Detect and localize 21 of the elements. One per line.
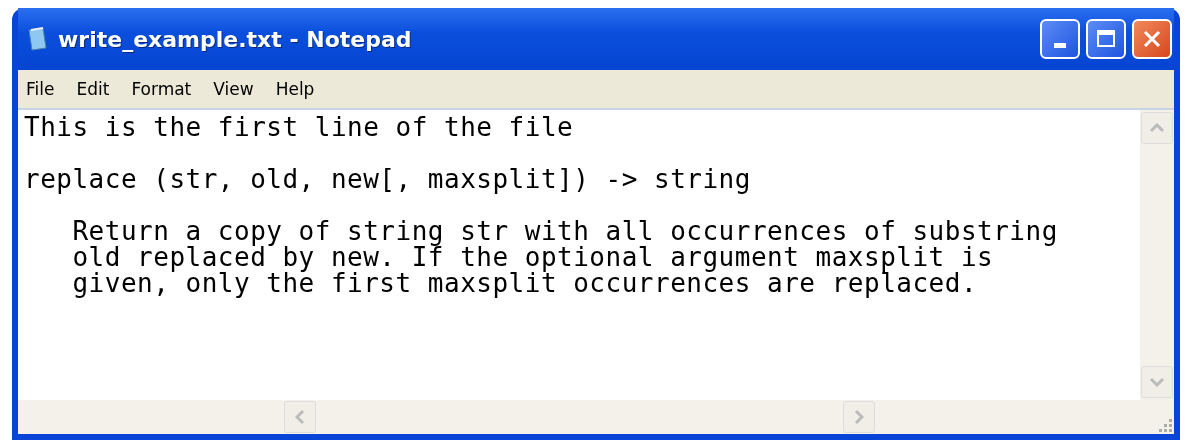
notepad-icon (26, 26, 48, 52)
menu-item[interactable]: Help (275, 79, 315, 99)
text-line: This is the first line of the file (24, 114, 574, 140)
menu-item[interactable]: Edit (76, 79, 110, 99)
text-line: Return a copy of string str with all occurrences of substring (71, 218, 1058, 244)
close-button[interactable] (1132, 19, 1172, 59)
scroll-down-button[interactable] (1141, 366, 1173, 398)
maximize-icon (1095, 28, 1117, 50)
text-line: replace (str, old, new[, maxsplit]) -> string (24, 166, 751, 192)
menu-item[interactable]: Format (131, 79, 192, 99)
scroll-left-button[interactable] (283, 401, 316, 433)
menu-item[interactable]: View (213, 79, 254, 99)
minimize-icon (1054, 42, 1066, 48)
maximize-button[interactable] (1086, 19, 1126, 59)
menu-item[interactable]: File (26, 79, 55, 99)
window-title: write_example.txt - Notepad (58, 26, 412, 52)
vertical-scrollbar[interactable] (1140, 110, 1174, 400)
minimize-button[interactable] (1040, 19, 1080, 59)
scroll-right-button[interactable] (842, 401, 875, 433)
close-icon (1141, 28, 1163, 50)
scroll-up-button[interactable] (1141, 112, 1173, 144)
